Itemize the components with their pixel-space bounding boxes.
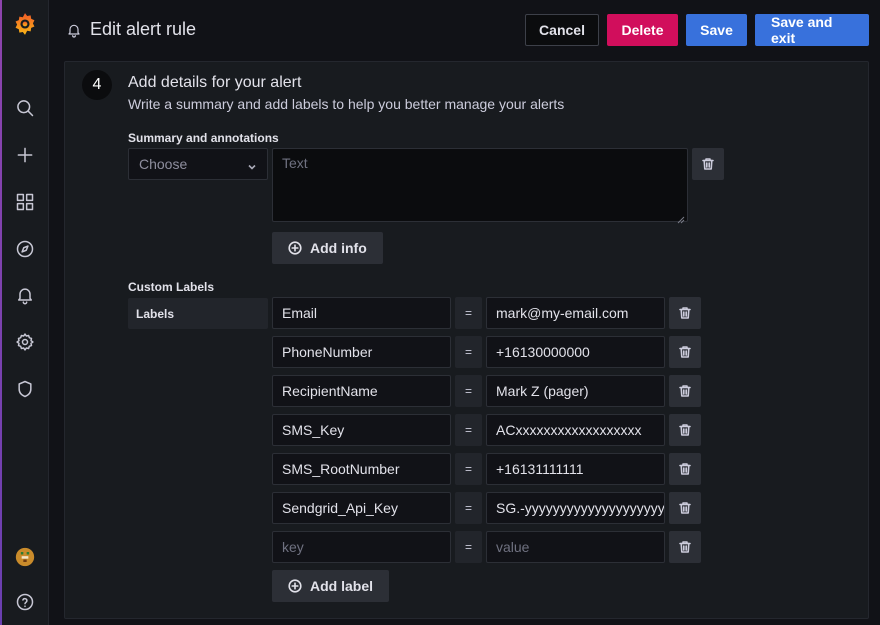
save-button[interactable]: Save [686, 14, 747, 46]
plus-icon[interactable] [7, 137, 43, 173]
label-row: Sendgrid_Api_Key = SG.-yyyyyyyyyyyyyyyyy… [272, 492, 702, 524]
equals-sign: = [455, 453, 482, 485]
equals-sign: = [455, 336, 482, 368]
delete-label-button[interactable] [669, 336, 701, 368]
label-value-input[interactable]: SG.-yyyyyyyyyyyyyyyyyyyy [486, 492, 665, 524]
textarea-placeholder: Text [282, 155, 308, 171]
cancel-button[interactable]: Cancel [525, 14, 599, 46]
label-row-empty: key = value [272, 531, 702, 563]
resize-handle-icon[interactable] [677, 211, 685, 224]
equals-sign: = [455, 492, 482, 524]
trash-icon [678, 423, 692, 437]
chevron-down-icon [247, 159, 257, 170]
trash-icon [678, 306, 692, 320]
label-value-input[interactable]: +16131111111 [486, 453, 665, 485]
trash-icon [678, 384, 692, 398]
equals-sign: = [455, 531, 482, 563]
delete-label-button[interactable] [669, 453, 701, 485]
shield-icon[interactable] [7, 371, 43, 407]
delete-label-button[interactable] [669, 375, 701, 407]
plus-circle-icon [288, 579, 302, 593]
delete-annotation-button[interactable] [692, 148, 724, 180]
label-row: SMS_RootNumber = +16131111111 [272, 453, 702, 485]
label-key-input[interactable]: RecipientName [272, 375, 451, 407]
delete-label-button[interactable] [669, 414, 701, 446]
avatar[interactable] [7, 539, 43, 575]
page-title: Edit alert rule [90, 19, 197, 39]
dashboards-icon[interactable] [7, 184, 43, 220]
save-and-exit-button[interactable]: Save and exit [755, 14, 869, 46]
label-key-input[interactable]: Email [272, 297, 451, 329]
delete-label-button[interactable] [669, 492, 701, 524]
label-key-input[interactable]: key [272, 531, 451, 563]
grafana-logo-icon[interactable] [7, 6, 43, 42]
label-key-input[interactable]: SMS_RootNumber [272, 453, 451, 485]
label-row: PhoneNumber = +16130000000 [272, 336, 702, 368]
page-header: Edit alert rule Cancel Delete Save Save … [49, 0, 880, 60]
alert-details-panel: 4 Add details for your alert Write a sum… [64, 61, 869, 619]
delete-button[interactable]: Delete [607, 14, 678, 46]
add-label-button[interactable]: Add label [272, 570, 390, 602]
label-value-input[interactable]: +16130000000 [486, 336, 665, 368]
summary-section-label: Summary and annotations [128, 131, 279, 145]
sidebar [0, 0, 49, 625]
step-description: Write a summary and add labels to help y… [128, 96, 565, 112]
label-row: RecipientName = Mark Z (pager) [272, 375, 702, 407]
custom-labels-section-label: Custom Labels [128, 280, 215, 294]
trash-icon [678, 540, 692, 554]
label-value-input[interactable]: value [486, 531, 665, 563]
alerting-icon[interactable] [7, 277, 43, 313]
trash-icon [678, 462, 692, 476]
delete-label-button[interactable] [669, 531, 701, 563]
bell-icon [66, 22, 82, 38]
help-icon[interactable] [7, 584, 43, 620]
trash-icon [678, 345, 692, 359]
add-info-button[interactable]: Add info [272, 232, 383, 264]
label-value-input[interactable]: mark@my-email.com [486, 297, 665, 329]
equals-sign: = [455, 375, 482, 407]
step-title: Add details for your alert [128, 74, 302, 91]
add-label-label: Add label [310, 578, 374, 594]
equals-sign: = [455, 414, 482, 446]
label-row: Email = mark@my-email.com [272, 297, 702, 329]
label-value-input[interactable]: ACxxxxxxxxxxxxxxxxxx [486, 414, 665, 446]
label-row: SMS_Key = ACxxxxxxxxxxxxxxxxxx [272, 414, 702, 446]
label-key-input[interactable]: SMS_Key [272, 414, 451, 446]
step-number-badge: 4 [82, 70, 112, 100]
select-placeholder: Choose [139, 156, 188, 172]
search-icon[interactable] [7, 90, 43, 126]
annotation-type-select[interactable]: Choose [128, 148, 268, 180]
trash-icon [701, 157, 715, 171]
plus-circle-icon [288, 241, 302, 255]
add-info-label: Add info [310, 240, 367, 256]
annotation-text-input[interactable]: Text [272, 148, 688, 224]
label-key-input[interactable]: PhoneNumber [272, 336, 451, 368]
labels-box-label: Labels [128, 298, 268, 329]
label-key-input[interactable]: Sendgrid_Api_Key [272, 492, 451, 524]
label-value-input[interactable]: Mark Z (pager) [486, 375, 665, 407]
explore-icon[interactable] [7, 231, 43, 267]
trash-icon [678, 501, 692, 515]
equals-sign: = [455, 297, 482, 329]
delete-label-button[interactable] [669, 297, 701, 329]
settings-icon[interactable] [7, 324, 43, 360]
